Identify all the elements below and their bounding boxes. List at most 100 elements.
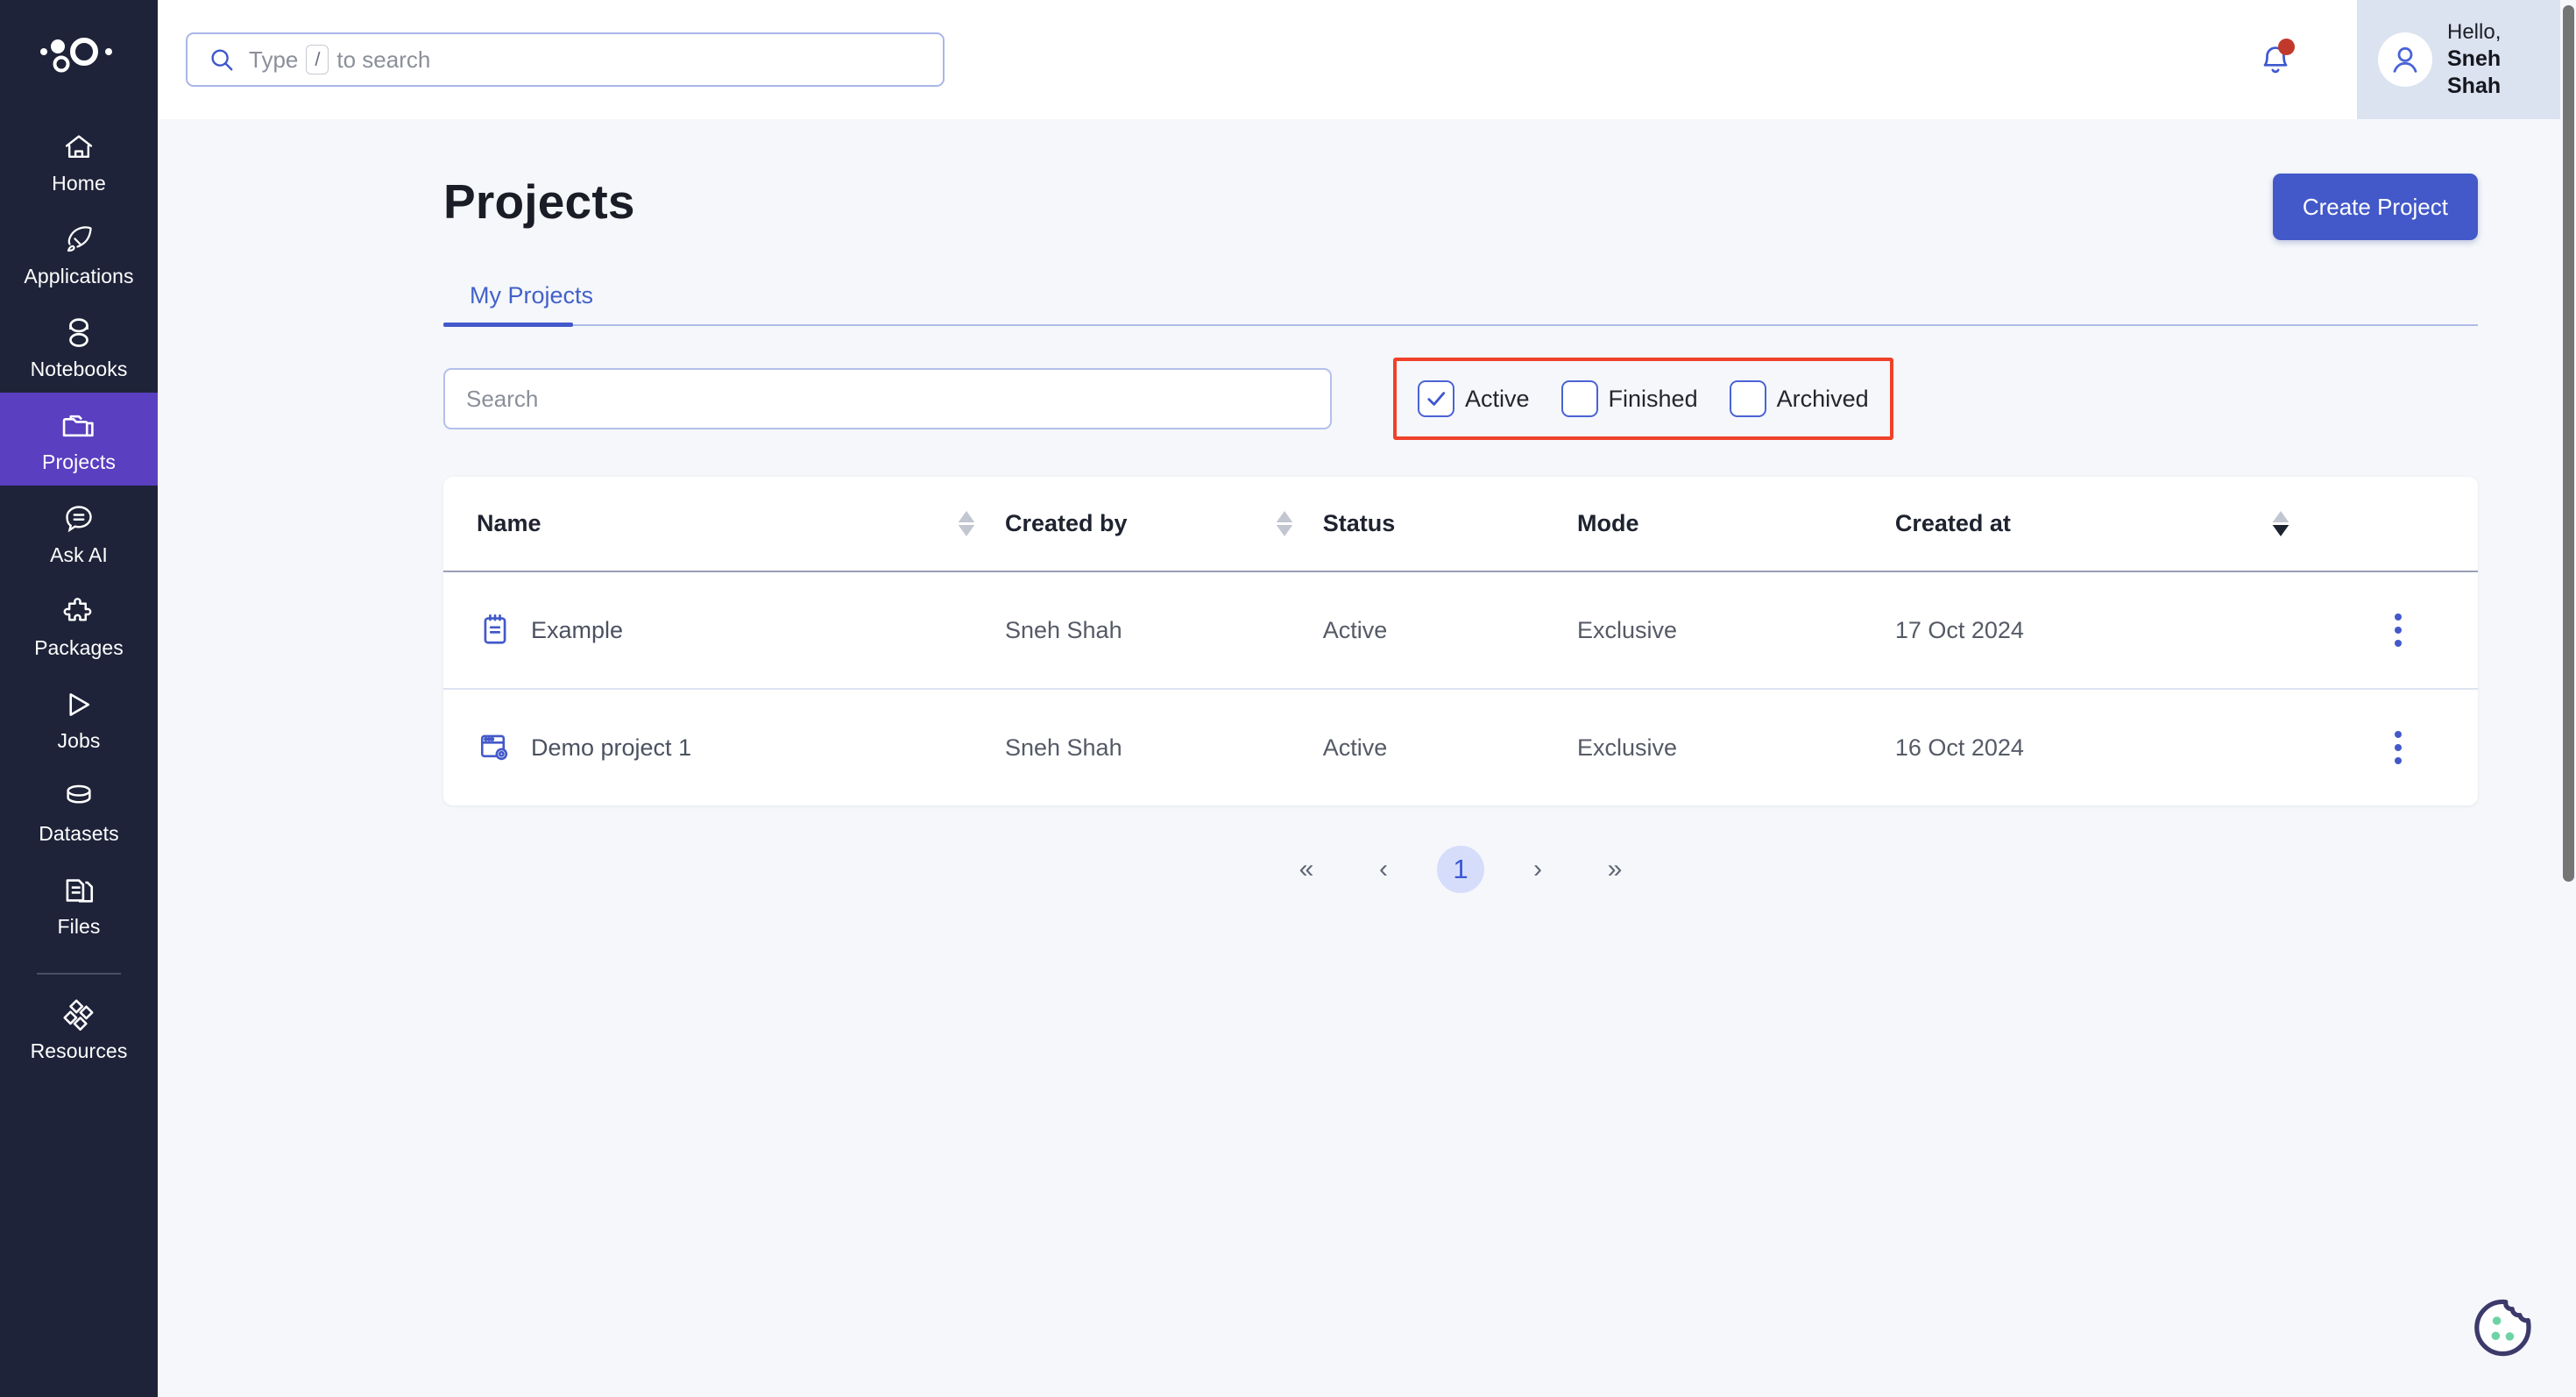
- projects-search-input[interactable]: Search: [443, 368, 1332, 429]
- filter-checkbox-active[interactable]: Active: [1418, 380, 1530, 417]
- home-icon: [60, 129, 97, 166]
- sort-toggle-created-at[interactable]: [2272, 511, 2289, 536]
- table-head: Name Created by Status Mode Created at: [443, 477, 2478, 572]
- row-name-text: Example: [531, 616, 624, 643]
- table-row[interactable]: Example Sneh Shah Active Exclusive 17 Oc…: [443, 571, 2478, 690]
- filter-label-active: Active: [1465, 385, 1530, 412]
- column-label-status: Status: [1322, 510, 1396, 536]
- app-window-gear-icon: [477, 729, 513, 766]
- projects-table: Name Created by Status Mode Created at E…: [443, 477, 2478, 805]
- top-bar-right: Hello, Sneh Shah: [2245, 0, 2576, 119]
- sidebar-item-packages[interactable]: Packages: [0, 578, 158, 671]
- page-title: Projects: [443, 174, 635, 229]
- column-header-created-at[interactable]: Created at: [1894, 477, 2319, 572]
- page-header: Projects Create Project: [443, 174, 2478, 240]
- column-header-created-by[interactable]: Created by: [1004, 477, 1323, 572]
- tab-my-projects[interactable]: My Projects: [443, 282, 619, 324]
- scrollbar-thumb[interactable]: [2563, 5, 2574, 882]
- column-label-mode: Mode: [1577, 510, 1639, 536]
- sort-desc-icon: [2272, 525, 2289, 536]
- folder-icon: [60, 408, 97, 444]
- sidebar-item-projects[interactable]: Projects: [0, 393, 158, 486]
- column-header-name[interactable]: Name: [443, 477, 1005, 572]
- table-row[interactable]: Demo project 1 Sneh Shah Active Exclusiv…: [443, 689, 2478, 805]
- notifications-button[interactable]: [2245, 29, 2306, 90]
- pagination-page-1[interactable]: 1: [1437, 846, 1484, 893]
- files-icon: [60, 872, 97, 909]
- app-root: Home Applications Notebooks Projects Ask: [0, 0, 2576, 1397]
- column-header-status: Status: [1322, 477, 1578, 572]
- diamonds-icon: [60, 996, 97, 1033]
- sidebar-item-label: Jobs: [57, 729, 101, 752]
- column-label-created-by: Created by: [1004, 510, 1128, 536]
- avatar: [2378, 32, 2432, 87]
- column-header-mode: Mode: [1577, 477, 1895, 572]
- puzzle-icon: [60, 593, 97, 630]
- column-header-actions: [2318, 477, 2478, 572]
- sidebar-item-applications[interactable]: Applications: [0, 207, 158, 300]
- create-project-button[interactable]: Create Project: [2272, 174, 2478, 240]
- sidebar-item-datasets[interactable]: Datasets: [0, 764, 158, 857]
- pagination: « ‹ 1 › »: [443, 846, 2478, 893]
- status-filter-group: Active Finished Archived: [1393, 358, 1893, 440]
- row-name-text: Demo project 1: [531, 734, 692, 761]
- cell-actions: [2318, 571, 2478, 690]
- sidebar-item-label: Datasets: [39, 822, 119, 845]
- cell-actions: [2319, 689, 2478, 805]
- kebab-menu-icon[interactable]: [2319, 731, 2478, 764]
- pagination-prev[interactable]: ‹: [1360, 846, 1407, 893]
- sort-asc-icon: [1276, 511, 1293, 522]
- main-area: Type / to search Hello, Sneh Shah Projec…: [158, 0, 2576, 1397]
- sidebar-item-label: Packages: [34, 636, 124, 659]
- pagination-last[interactable]: »: [1591, 846, 1638, 893]
- cell-name[interactable]: Demo project 1: [443, 689, 1005, 805]
- sort-asc-icon: [958, 511, 975, 522]
- play-triangle-icon: [60, 686, 97, 723]
- cell-status: Active: [1322, 734, 1388, 761]
- filter-label-archived: Archived: [1776, 385, 1869, 412]
- cell-name[interactable]: Example: [443, 571, 1005, 690]
- pagination-next[interactable]: ›: [1514, 846, 1561, 893]
- database-icon: [60, 779, 97, 816]
- cookie-consent-button[interactable]: [2471, 1295, 2536, 1360]
- sidebar-item-label: Notebooks: [30, 358, 128, 380]
- sidebar-item-files[interactable]: Files: [0, 857, 158, 950]
- sort-toggle-name[interactable]: [958, 511, 975, 536]
- global-search-placeholder: Type / to search: [249, 45, 430, 74]
- sidebar-item-resources[interactable]: Resources: [0, 982, 158, 1074]
- sidebar-item-label: Applications: [24, 265, 134, 287]
- filter-row: Search Active Finished Archived: [443, 358, 2478, 440]
- sidebar-item-ask-ai[interactable]: Ask AI: [0, 486, 158, 578]
- checkbox-box-archived[interactable]: [1729, 380, 1766, 417]
- checkbox-box-active[interactable]: [1418, 380, 1454, 417]
- tab-active-underline: [443, 323, 573, 327]
- kebab-menu-icon[interactable]: [2319, 613, 2478, 647]
- top-bar: Type / to search Hello, Sneh Shah: [158, 0, 2576, 119]
- sort-toggle-created-by[interactable]: [1276, 511, 1293, 536]
- search-icon: [209, 46, 235, 73]
- cell-created-by: Sneh Shah: [1004, 734, 1122, 761]
- user-avatar-icon: [2393, 46, 2417, 73]
- notebooks-icon: [60, 315, 97, 351]
- notebook-icon: [477, 612, 513, 649]
- sidebar-item-label: Ask AI: [50, 543, 108, 566]
- chat-bubble-icon: [60, 500, 97, 537]
- sort-desc-icon: [958, 525, 975, 536]
- pagination-first[interactable]: «: [1283, 846, 1330, 893]
- checkbox-box-finished[interactable]: [1560, 380, 1598, 417]
- filter-checkbox-archived[interactable]: Archived: [1729, 380, 1869, 417]
- table-body: Example Sneh Shah Active Exclusive 17 Oc…: [443, 571, 2478, 805]
- sidebar-item-label: Projects: [42, 450, 116, 473]
- global-search-input[interactable]: Type / to search: [186, 32, 945, 87]
- table-header-row: Name Created by Status Mode Created at: [443, 477, 2478, 572]
- sidebar-item-notebooks[interactable]: Notebooks: [0, 300, 158, 393]
- user-menu[interactable]: Hello, Sneh Shah: [2357, 0, 2576, 119]
- slash-key-badge: /: [306, 45, 329, 74]
- filter-checkbox-finished[interactable]: Finished: [1560, 380, 1698, 417]
- page-scrollbar[interactable]: [2560, 0, 2576, 1397]
- brand-logo[interactable]: [31, 30, 127, 79]
- filter-label-finished: Finished: [1608, 385, 1698, 412]
- sidebar-item-home[interactable]: Home: [0, 114, 158, 207]
- page-content: Projects Create Project My Projects Sear…: [158, 119, 2576, 1397]
- sidebar-item-jobs[interactable]: Jobs: [0, 671, 158, 764]
